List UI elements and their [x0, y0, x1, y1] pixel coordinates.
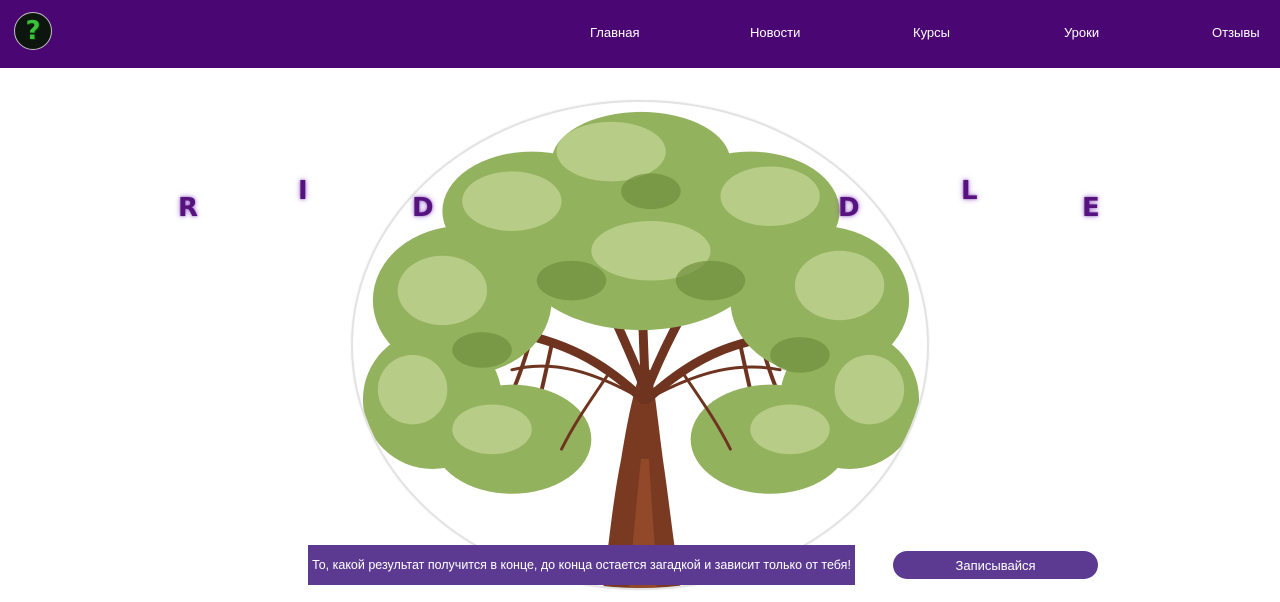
title-letter-d1: D: [412, 193, 434, 223]
title-letter-i: I: [298, 176, 308, 206]
signup-button[interactable]: Записывайся: [893, 551, 1098, 579]
tree-illustration: [351, 100, 929, 590]
tagline-text: То, какой результат получится в конце, д…: [312, 558, 851, 572]
tagline-banner: То, какой результат получится в конце, д…: [308, 545, 855, 585]
nav-link-courses[interactable]: Курсы: [913, 25, 950, 40]
nav-link-home[interactable]: Главная: [590, 25, 639, 40]
nav-link-reviews[interactable]: Отзывы: [1212, 25, 1260, 40]
logo-question-icon[interactable]: ?: [14, 12, 52, 50]
title-letter-l: L: [961, 176, 978, 206]
nav-link-news[interactable]: Новости: [750, 25, 800, 40]
tree-image: [362, 111, 920, 588]
title-letter-e: E: [1082, 193, 1100, 223]
top-navbar: ? Главная Новости Курсы Уроки Отзывы: [0, 0, 1280, 68]
logo-glyph: ?: [25, 16, 41, 46]
nav-link-lessons[interactable]: Уроки: [1064, 25, 1099, 40]
title-letter-r: R: [178, 193, 199, 223]
title-letter-d2: D: [838, 193, 860, 223]
